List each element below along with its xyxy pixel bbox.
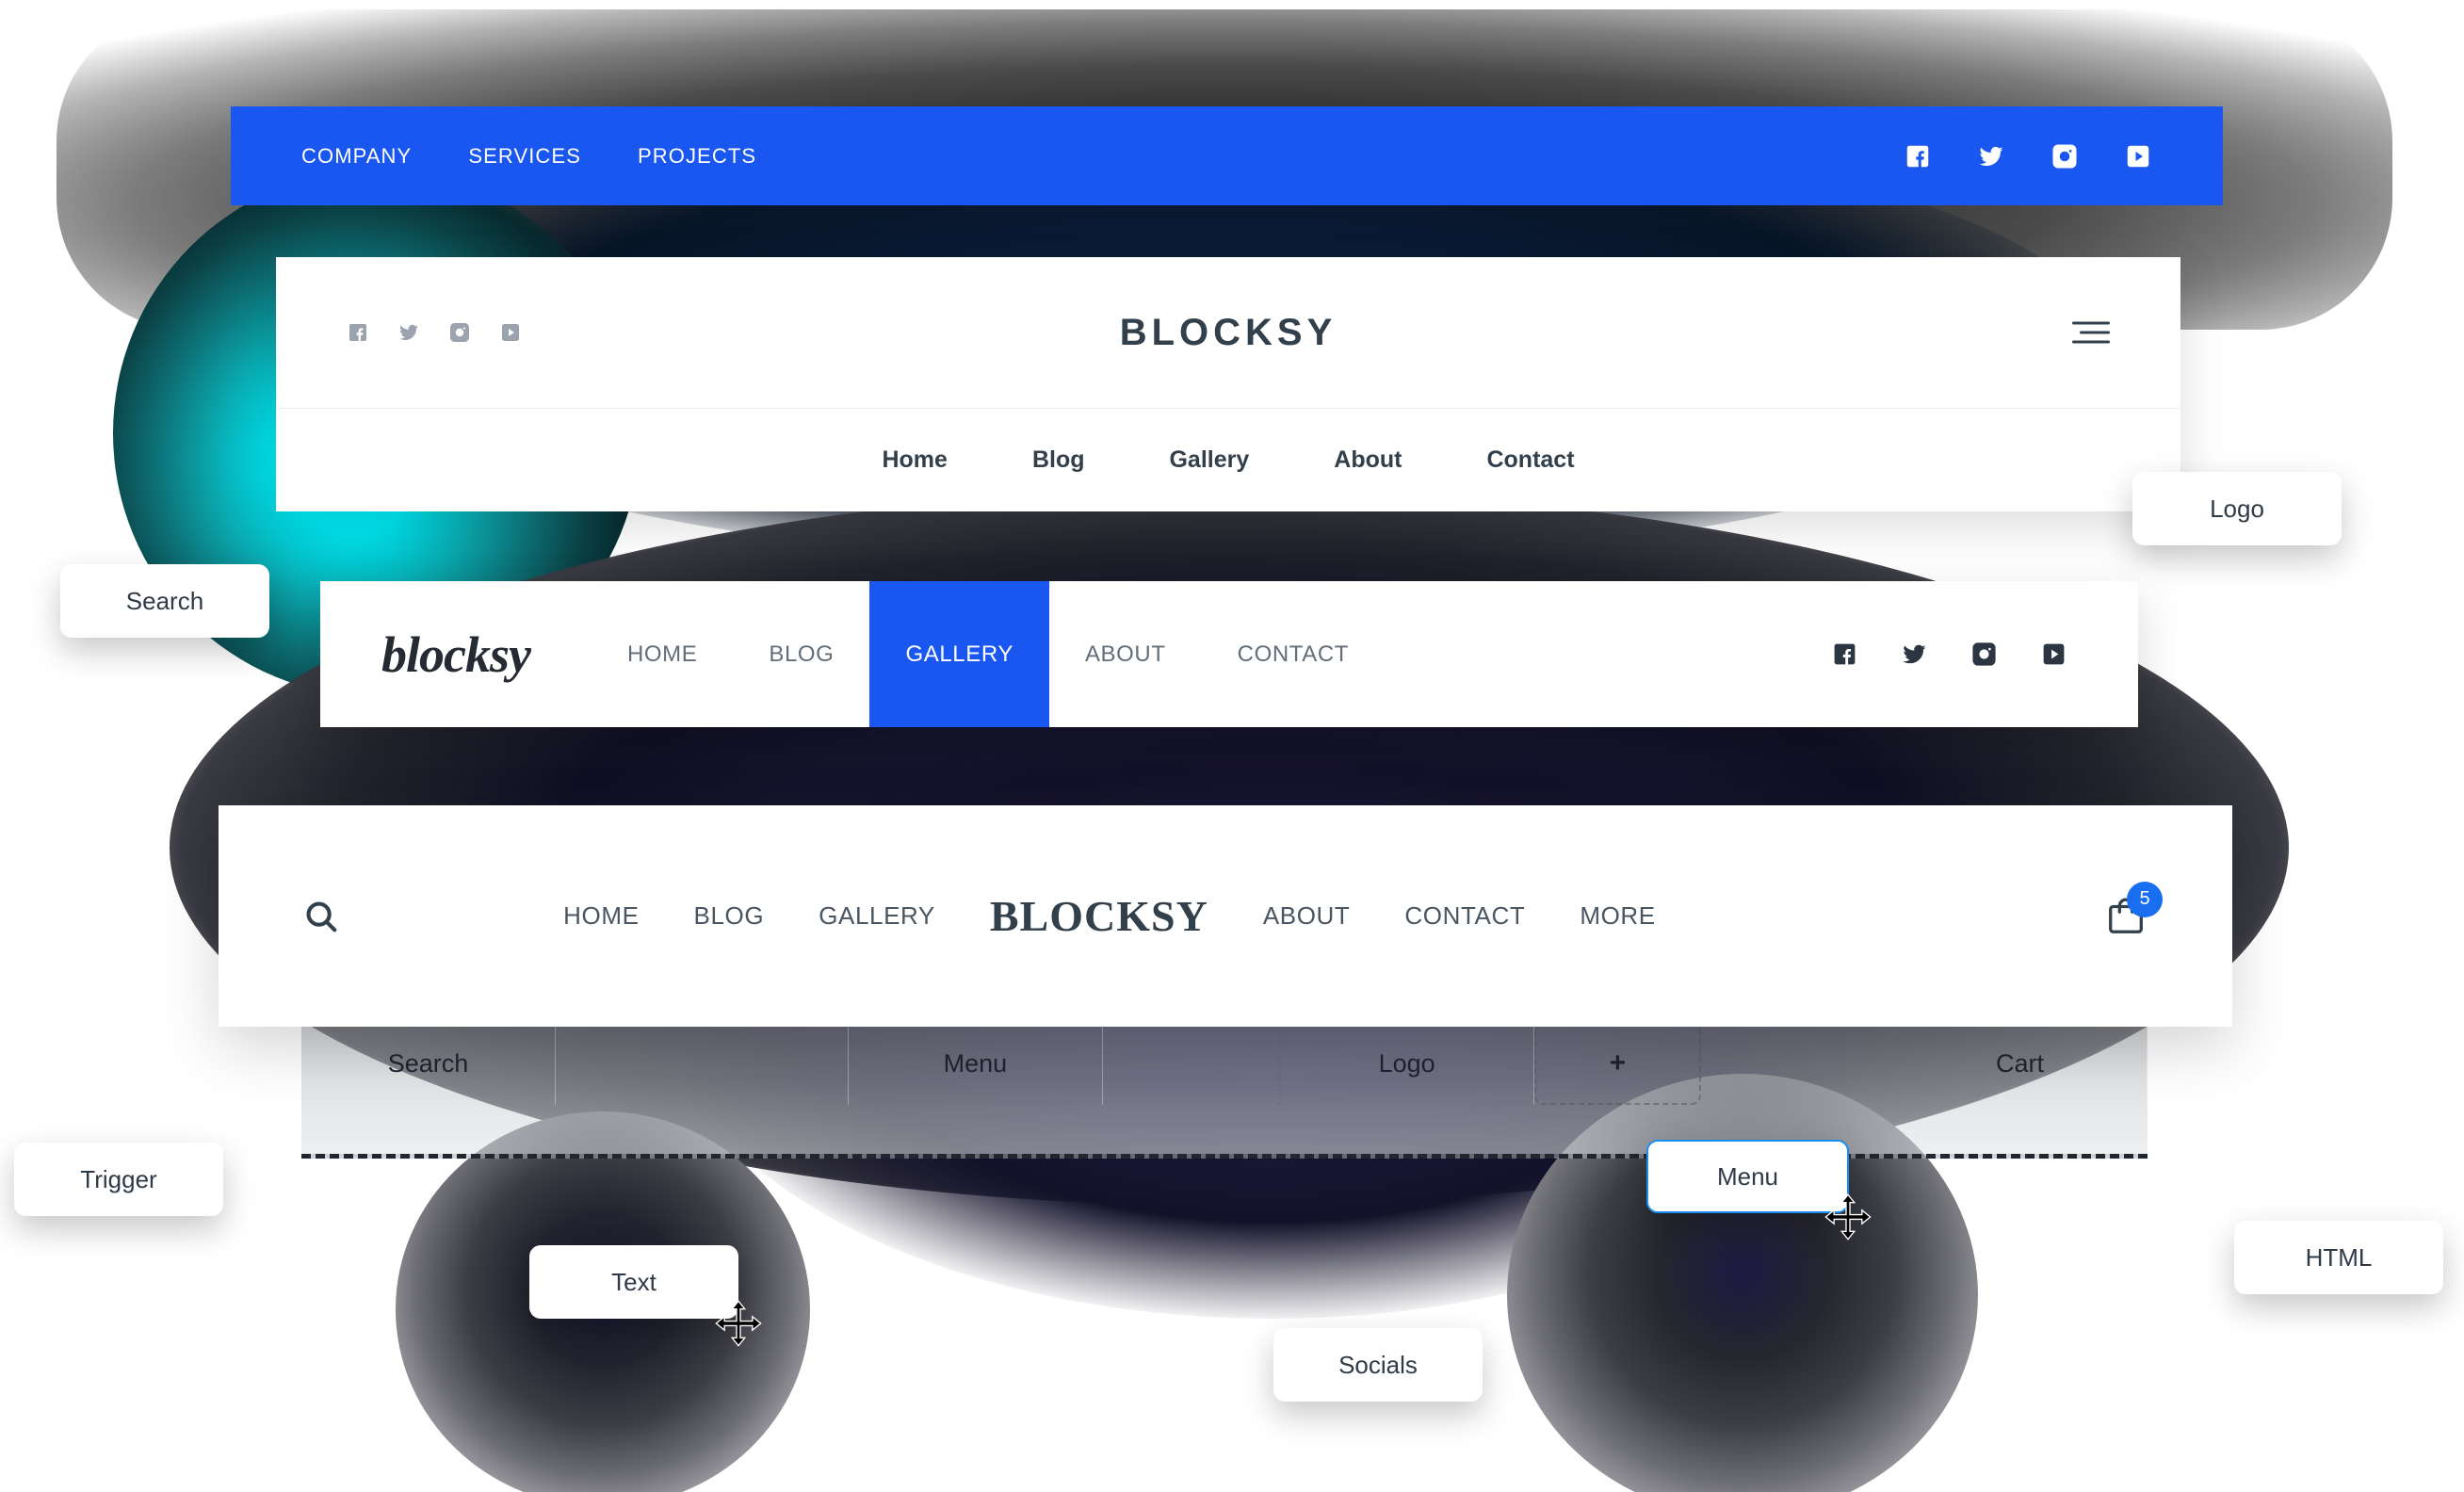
builder-slot-divider[interactable] [1103,1022,1281,1105]
youtube-icon[interactable] [2124,142,2152,170]
label-chip-text[interactable]: Text [529,1245,738,1319]
menu-item-gallery[interactable]: Gallery [1169,446,1249,474]
label-chip-search[interactable]: Search [60,564,269,638]
header-card-top-row: BLOCKSY [276,257,2180,408]
menu-item-contact[interactable]: CONTACT [1202,581,1385,727]
builder-slot-empty-1[interactable] [556,1022,849,1105]
menu-item-more[interactable]: MORE [1580,901,1655,931]
menu-item-contact[interactable]: CONTACT [1404,901,1525,931]
menu-item-home[interactable]: HOME [563,901,639,931]
cart-button[interactable]: 5 [2104,881,2163,938]
uppercase-menu: HOME BLOG GALLERY ABOUT CONTACT [592,581,1385,727]
shop-menu-right: ABOUT CONTACT MORE [1263,901,1656,931]
twitter-icon[interactable] [397,321,420,344]
builder-slot-empty-2[interactable] [1701,1022,1893,1105]
menu-item-about[interactable]: ABOUT [1049,581,1202,727]
twitter-icon[interactable] [1901,641,1928,668]
background-glow-layer [0,0,2464,1492]
builder-slot-search[interactable]: Search [301,1022,556,1105]
builder-slot-add[interactable]: + [1534,1022,1701,1105]
label-chip-menu[interactable]: Menu [1646,1140,1849,1213]
top-bar-socials [1904,142,2152,170]
menu-item-home[interactable]: HOME [592,581,733,727]
menu-item-home[interactable]: Home [882,446,947,474]
header-card-shop: HOME BLOG GALLERY BLOCKSY ABOUT CONTACT … [219,805,2232,1027]
top-nav-projects[interactable]: PROJECTS [638,144,756,169]
shop-menu-left: HOME BLOG GALLERY [563,901,935,931]
label-chip-socials[interactable]: Socials [1273,1328,1483,1402]
hamburger-menu-icon[interactable] [2072,321,2110,344]
menu-item-blog[interactable]: Blog [1032,446,1085,474]
instagram-icon[interactable] [1970,641,1998,668]
label-chip-logo[interactable]: Logo [2132,472,2342,545]
header-builder-strip[interactable]: Search Menu Logo + Cart [301,1022,2148,1159]
facebook-icon[interactable] [1904,142,1932,170]
header-card-left-logo: blocksy HOME BLOG GALLERY ABOUT CONTACT [320,581,2138,727]
top-nav-company[interactable]: COMPANY [301,144,412,169]
youtube-icon[interactable] [2040,641,2067,668]
top-blue-bar: COMPANY SERVICES PROJECTS [231,106,2223,205]
menu-item-blog[interactable]: BLOG [733,581,869,727]
site-logo-serif: BLOCKSY [989,892,1208,940]
site-logo-italic: blocksy [381,625,531,683]
search-icon[interactable] [303,899,339,934]
label-chip-html[interactable]: HTML [2234,1221,2443,1294]
top-nav-services[interactable]: SERVICES [468,144,581,169]
menu-item-gallery[interactable]: GALLERY [869,581,1049,727]
canvas: COMPANY SERVICES PROJECTS BLOCKSY Home B… [0,0,2464,1492]
twitter-icon[interactable] [1977,142,2005,170]
header-card-centered-logo: BLOCKSY Home Blog Gallery About Contact [276,257,2180,511]
builder-slot-logo[interactable]: Logo [1280,1022,1535,1105]
facebook-icon[interactable] [1831,641,1858,668]
header-card-menu-row: Home Blog Gallery About Contact [276,408,2180,511]
menu-item-gallery[interactable]: GALLERY [819,901,935,931]
menu-item-about[interactable]: ABOUT [1263,901,1351,931]
facebook-icon[interactable] [347,321,369,344]
header-card-socials [347,321,522,344]
cart-count-badge: 5 [2127,881,2163,917]
top-bar-nav: COMPANY SERVICES PROJECTS [301,144,756,169]
builder-slot-cart[interactable]: Cart [1893,1022,2148,1105]
builder-slot-menu[interactable]: Menu [849,1022,1103,1105]
instagram-icon[interactable] [448,321,471,344]
header-card-socials-dark [1831,581,2138,727]
instagram-icon[interactable] [2051,142,2079,170]
flex-spacer [1385,581,1831,727]
menu-item-contact[interactable]: Contact [1486,446,1574,474]
site-logo-text: BLOCKSY [1119,311,1337,353]
label-chip-trigger[interactable]: Trigger [14,1143,223,1216]
menu-item-about[interactable]: About [1334,446,1402,474]
youtube-icon[interactable] [499,321,522,344]
menu-item-blog[interactable]: BLOG [694,901,765,931]
